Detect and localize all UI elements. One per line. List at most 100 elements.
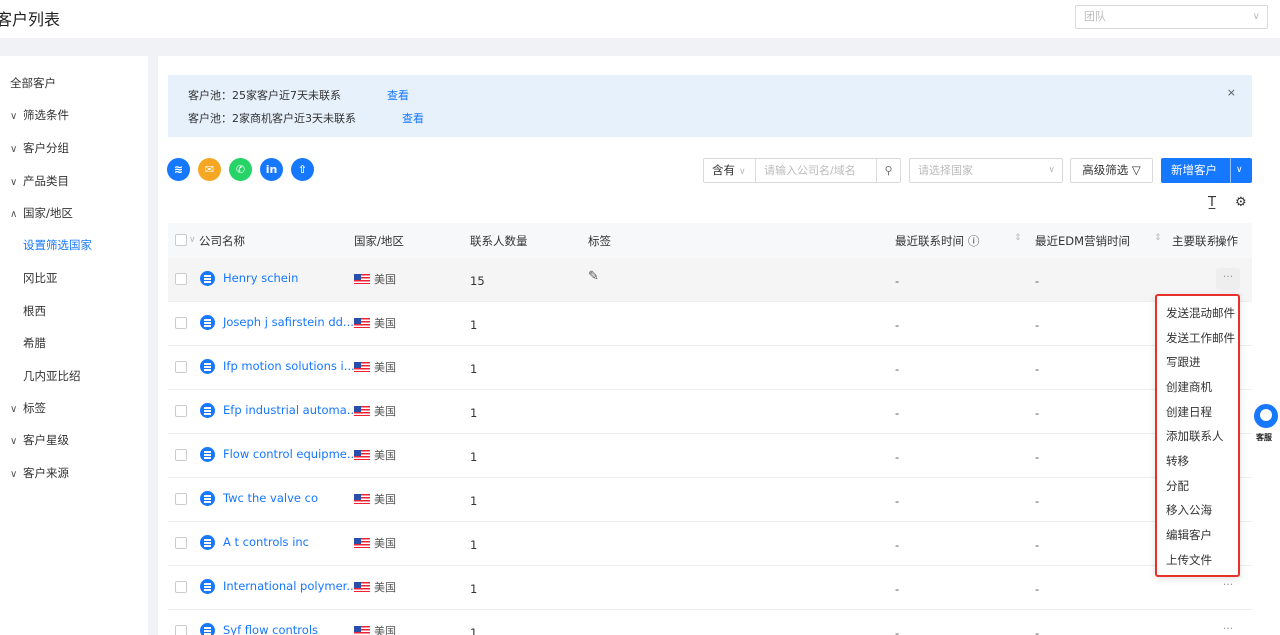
last-contact-value: - bbox=[895, 494, 900, 508]
sidebar-item-greece[interactable]: 希腊 bbox=[23, 335, 46, 351]
table-row[interactable]: Efp industrial automa... 美国 1 - - bbox=[168, 390, 1252, 434]
sidebar-item-filters[interactable]: ∨ 筛选条件 bbox=[10, 107, 69, 123]
company-name-link[interactable]: Ifp motion solutions i... bbox=[223, 359, 355, 373]
row-checkbox[interactable] bbox=[175, 405, 187, 417]
menu-add-contact[interactable]: 添加联系人 bbox=[1166, 428, 1224, 444]
new-customer-button[interactable]: 新增客户 ∨ bbox=[1161, 158, 1252, 183]
header-contacts: 联系人数量 bbox=[470, 234, 528, 248]
search-input[interactable] bbox=[755, 158, 877, 183]
notice-view-link-1[interactable]: 查看 bbox=[387, 87, 409, 103]
row-checkbox[interactable] bbox=[175, 449, 187, 461]
more-actions-button[interactable]: ··· bbox=[1216, 268, 1240, 290]
linkedin-icon[interactable]: in bbox=[260, 158, 283, 181]
company-name-link[interactable]: A t controls inc bbox=[223, 535, 309, 549]
more-actions-button[interactable]: ··· bbox=[1216, 620, 1240, 635]
menu-edit-customer[interactable]: 编辑客户 bbox=[1166, 527, 1212, 543]
country-select-placeholder: 请选择国家 bbox=[918, 164, 973, 177]
table-row[interactable]: Henry schein 美国 15 ✎ - - ··· bbox=[168, 258, 1252, 302]
company-list-icon bbox=[200, 623, 215, 635]
select-all-checkbox[interactable] bbox=[175, 234, 187, 246]
menu-upload-file[interactable]: 上传文件 bbox=[1166, 552, 1212, 568]
sidebar-item-tags[interactable]: ∨ 标签 bbox=[10, 400, 46, 416]
menu-write-follow-up[interactable]: 写跟进 bbox=[1166, 354, 1201, 370]
row-checkbox[interactable] bbox=[175, 317, 187, 329]
company-name-link[interactable]: Flow control equipme... bbox=[223, 447, 358, 461]
advanced-filter-button[interactable]: 高级筛选 ▽ bbox=[1070, 158, 1153, 183]
sidebar-item-gambia[interactable]: 冈比亚 bbox=[23, 270, 58, 286]
row-checkbox[interactable] bbox=[175, 493, 187, 505]
gear-icon[interactable]: ⚙ bbox=[1235, 195, 1247, 210]
layers-icon[interactable]: ≋ bbox=[167, 158, 190, 181]
company-list-icon bbox=[200, 271, 215, 286]
chevron-down-icon[interactable]: ∨ bbox=[189, 235, 196, 245]
row-checkbox[interactable] bbox=[175, 273, 187, 285]
us-flag-icon bbox=[354, 406, 370, 416]
country-text: 美国 bbox=[374, 361, 396, 374]
team-select[interactable]: 团队 ∨ bbox=[1075, 5, 1268, 29]
header-last-contact[interactable]: 最近联系时间 bbox=[895, 233, 964, 249]
notice-line-1: 客户池：25家客户近7天未联系 bbox=[188, 89, 341, 102]
text-size-icon[interactable]: T̲ bbox=[1208, 195, 1216, 210]
company-name-link[interactable]: Efp industrial automa... bbox=[223, 403, 358, 417]
table-row[interactable]: Joseph j safirstein dd... 美国 1 - - bbox=[168, 302, 1252, 346]
sidebar-item-customer-groups[interactable]: ∨ 客户分组 bbox=[10, 140, 69, 156]
edit-tag-icon[interactable]: ✎ bbox=[588, 269, 599, 284]
company-name-link[interactable]: International polymer... bbox=[223, 579, 357, 593]
sidebar-item-guernsey[interactable]: 根西 bbox=[23, 303, 46, 319]
sidebar-item-set-country-filter[interactable]: 设置筛选国家 bbox=[23, 237, 92, 253]
headset-icon bbox=[1254, 404, 1278, 428]
row-checkbox[interactable] bbox=[175, 537, 187, 549]
search-icon[interactable]: ⚲ bbox=[876, 158, 901, 183]
menu-move-to-public-pool[interactable]: 移入公海 bbox=[1166, 502, 1212, 518]
menu-send-work-email[interactable]: 发送工作邮件 bbox=[1166, 330, 1235, 346]
row-checkbox[interactable] bbox=[175, 581, 187, 593]
menu-create-opportunity[interactable]: 创建商机 bbox=[1166, 379, 1212, 395]
sidebar-item-customer-source[interactable]: ∨ 客户来源 bbox=[10, 465, 69, 481]
sidebar-item-product-category[interactable]: ∨ 产品类目 bbox=[10, 173, 69, 189]
table-row[interactable]: Ifp motion solutions i... 美国 1 - - bbox=[168, 346, 1252, 390]
company-name-link[interactable]: Twc the valve co bbox=[223, 491, 318, 505]
sidebar-item-guinea-bissau[interactable]: 几内亚比绍 bbox=[23, 368, 81, 384]
row-checkbox[interactable] bbox=[175, 361, 187, 373]
chevron-down-icon: ∨ bbox=[10, 436, 18, 447]
company-name-link[interactable]: Joseph j safirstein dd... bbox=[223, 315, 354, 329]
table-row[interactable]: Flow control equipme... 美国 1 - - bbox=[168, 434, 1252, 478]
us-flag-icon bbox=[354, 318, 370, 328]
contact-count: 1 bbox=[470, 318, 478, 332]
company-name-link[interactable]: Henry schein bbox=[223, 271, 298, 285]
sort-icon[interactable]: ⇕ bbox=[1154, 233, 1162, 243]
sidebar-item-customer-rating[interactable]: ∨ 客户星级 bbox=[10, 432, 69, 448]
chevron-down-icon: ∨ bbox=[10, 469, 18, 480]
notice-view-link-2[interactable]: 查看 bbox=[402, 110, 424, 126]
customer-service-widget[interactable]: 客服 bbox=[1252, 404, 1280, 448]
chevron-down-icon[interactable]: ∨ bbox=[1236, 158, 1243, 183]
customer-service-label: 客服 bbox=[1256, 433, 1272, 442]
table-row[interactable]: Syf flow controls 美国 1 - - ··· bbox=[168, 610, 1252, 635]
row-checkbox[interactable] bbox=[175, 625, 187, 635]
company-name-link[interactable]: Syf flow controls bbox=[223, 623, 318, 635]
last-contact-value: - bbox=[895, 582, 900, 596]
share-icon[interactable]: ⇧ bbox=[291, 158, 314, 181]
header-last-edm[interactable]: 最近EDM营销时间 bbox=[1035, 233, 1130, 249]
menu-transfer[interactable]: 转移 bbox=[1166, 453, 1189, 469]
last-edm-value: - bbox=[1035, 450, 1040, 464]
more-actions-button[interactable]: ··· bbox=[1216, 576, 1240, 598]
country-text: 美国 bbox=[374, 273, 396, 286]
contains-select[interactable]: 含有 ∨ bbox=[703, 158, 756, 183]
table-row[interactable]: A t controls inc 美国 1 - - bbox=[168, 522, 1252, 566]
sidebar-item-all-customers[interactable]: 全部客户 bbox=[10, 75, 56, 91]
table-row[interactable]: International polymer... 美国 1 - - ··· bbox=[168, 566, 1252, 610]
sidebar-item-country-region[interactable]: ∧ 国家/地区 bbox=[10, 205, 73, 221]
close-icon[interactable]: × bbox=[1227, 86, 1236, 99]
whatsapp-icon[interactable]: ✆ bbox=[229, 158, 252, 181]
company-list-icon bbox=[200, 535, 215, 550]
menu-assign[interactable]: 分配 bbox=[1166, 478, 1189, 494]
table-row[interactable]: Twc the valve co 美国 1 - - bbox=[168, 478, 1252, 522]
menu-create-schedule[interactable]: 创建日程 bbox=[1166, 404, 1212, 420]
mail-icon[interactable]: ✉ bbox=[198, 158, 221, 181]
last-edm-value: - bbox=[1035, 538, 1040, 552]
menu-send-mixed-email[interactable]: 发送混动邮件 bbox=[1166, 305, 1235, 321]
sort-icon[interactable]: ⇕ bbox=[1014, 233, 1022, 243]
header-actions: 操作 bbox=[1215, 234, 1238, 248]
country-select[interactable]: 请选择国家 ∨ bbox=[909, 158, 1063, 183]
